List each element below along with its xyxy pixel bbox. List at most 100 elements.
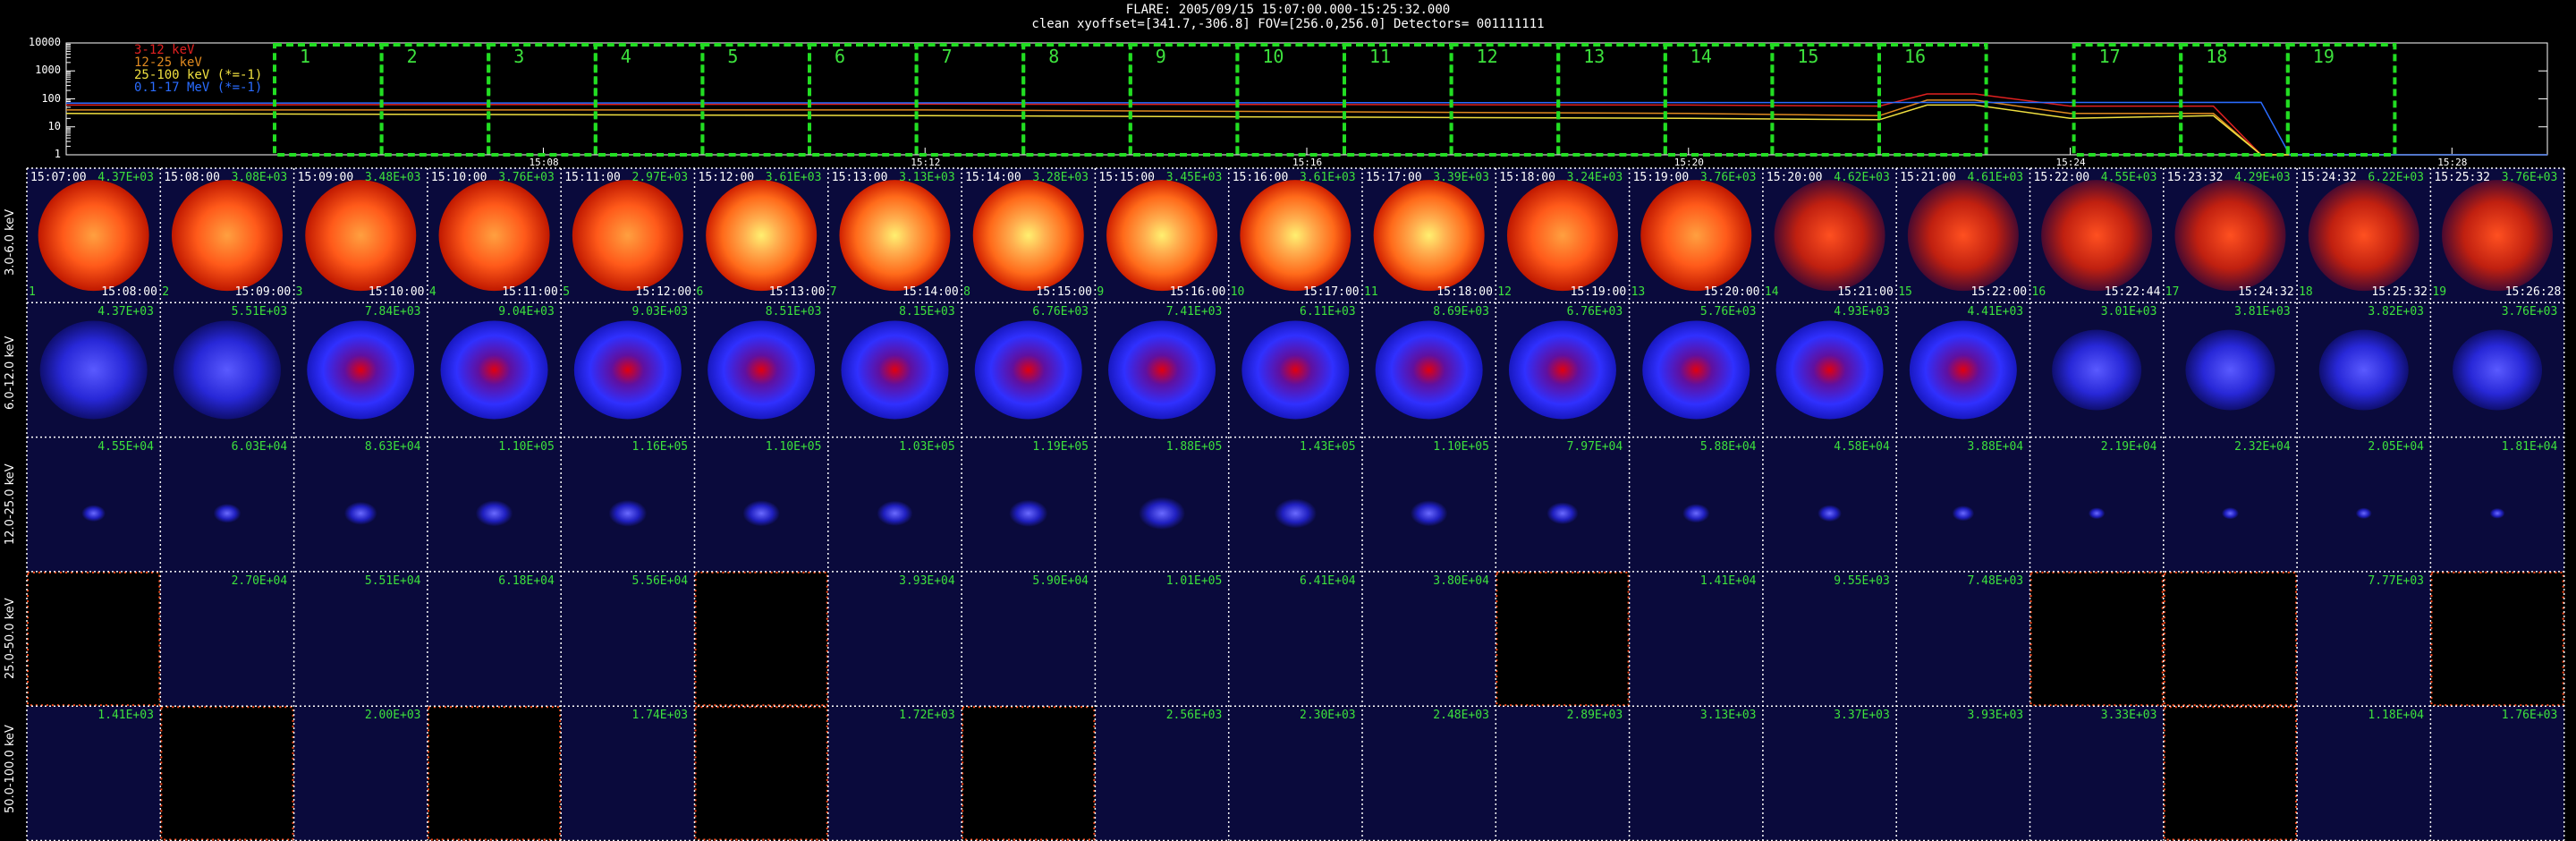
- peak-count-label: 5.90E+04: [1032, 573, 1089, 588]
- source-blob: [972, 180, 1084, 292]
- source-blob: [1009, 499, 1048, 527]
- image-tile: [2163, 168, 2298, 303]
- source-blob: [877, 500, 913, 526]
- tile-background: [1095, 571, 1229, 707]
- tile-background: [561, 706, 695, 841]
- image-tile: [1762, 437, 1897, 572]
- image-tile: [1629, 302, 1763, 437]
- time-end-label: 15:24:32: [2238, 285, 2294, 300]
- source-blob: [1373, 180, 1485, 292]
- time-end-label: 15:26:28: [2504, 285, 2562, 300]
- image-tile: [827, 437, 962, 572]
- source-blob: [1139, 497, 1186, 530]
- time-end-label: 15:10:00: [368, 285, 425, 300]
- peak-count-label: 3.33E+03: [2100, 709, 2157, 723]
- peak-count-label: 2.19E+04: [2100, 439, 2157, 454]
- empty-tile: [2430, 571, 2564, 707]
- empty-tile: [2029, 571, 2164, 707]
- peak-count-label: 2.32E+04: [2234, 439, 2291, 454]
- time-end-label: 15:18:00: [1436, 285, 1493, 300]
- image-tile: [1362, 437, 1496, 572]
- source-blob: [2041, 180, 2153, 292]
- source-blob: [213, 504, 242, 523]
- image-tile: [2430, 706, 2564, 841]
- peak-count-label: 1.74E+03: [631, 709, 689, 723]
- energy-band-label: 6.0-12.0 keV: [4, 336, 17, 411]
- empty-tile: [1496, 571, 1630, 707]
- image-tile: [1228, 437, 1362, 572]
- tile-background: [2430, 437, 2564, 572]
- interval-index-label: 15: [1898, 285, 1912, 300]
- interval-index-label: 2: [162, 285, 170, 300]
- peak-count-label: 3.61E+03: [765, 171, 822, 184]
- tile-background: [2029, 437, 2164, 572]
- interval-index-label: 17: [2165, 285, 2180, 300]
- peak-count-label: 4.37E+03: [97, 171, 154, 184]
- peak-count-label: 2.30E+03: [1300, 709, 1356, 723]
- time-end-label: 15:20:00: [1703, 285, 1760, 300]
- source-blob: [2453, 329, 2543, 411]
- interval-index-label: 12: [1497, 285, 1512, 300]
- image-tile: [1762, 571, 1897, 707]
- image-tile: [2430, 571, 2564, 707]
- peak-count-label: 5.51E+03: [231, 305, 288, 319]
- source-blob: [305, 180, 417, 292]
- image-tile: [2430, 168, 2564, 303]
- peak-count-label: 3.93E+03: [1967, 709, 2024, 723]
- image-tile: [1762, 706, 1897, 841]
- source-blob: [173, 320, 281, 420]
- time-start-label: 15:22:00: [2033, 171, 2090, 184]
- peak-count-label: 3.88E+04: [1967, 439, 2024, 454]
- source-blob: [573, 320, 682, 420]
- time-end-label: 15:22:00: [1970, 285, 2028, 300]
- empty-tile: [694, 571, 828, 707]
- peak-count-label: 3.80E+04: [1433, 573, 1489, 588]
- image-tile: [561, 571, 695, 707]
- peak-count-label: 2.56E+03: [1165, 709, 1223, 723]
- interval-index-label: 18: [2299, 285, 2313, 300]
- time-start-label: 15:13:00: [831, 171, 888, 184]
- image-tile: [2297, 706, 2431, 841]
- interval-index-label: 14: [1764, 285, 1779, 300]
- image-tile: [561, 302, 695, 437]
- image-tile: [1896, 571, 2030, 707]
- time-start-label: 15:14:00: [965, 171, 1021, 184]
- source-blob: [440, 320, 548, 420]
- source-blob: [2052, 329, 2142, 411]
- peak-count-label: 6.18E+04: [498, 573, 555, 588]
- peak-count-label: 5.76E+03: [1699, 305, 1757, 319]
- source-blob: [1952, 505, 1975, 522]
- time-end-label: 15:08:00: [101, 285, 157, 300]
- peak-count-label: 3.13E+03: [899, 171, 955, 184]
- tile-background: [1896, 706, 2030, 841]
- peak-count-label: 3.76E+03: [498, 171, 555, 184]
- peak-count-label: 1.01E+05: [1165, 573, 1223, 588]
- source-blob: [1240, 180, 1352, 292]
- peak-count-label: 2.97E+03: [631, 171, 689, 184]
- peak-count-label: 7.41E+03: [1165, 305, 1223, 319]
- image-tile: [2163, 302, 2298, 437]
- time-end-label: 15:13:00: [768, 285, 826, 300]
- peak-count-label: 7.77E+03: [2368, 573, 2425, 588]
- peak-count-label: 6.76E+03: [1566, 305, 1623, 319]
- image-tile: [827, 168, 962, 303]
- peak-count-label: 1.16E+05: [631, 439, 689, 454]
- peak-count-label: 5.56E+04: [631, 573, 689, 588]
- source-blob: [2088, 507, 2106, 520]
- time-start-label: 15:08:00: [164, 171, 220, 184]
- tile-background: [1228, 706, 1362, 841]
- peak-count-label: 3.82E+03: [2368, 305, 2425, 319]
- peak-count-label: 4.37E+03: [97, 305, 154, 319]
- source-blob: [38, 180, 149, 292]
- peak-count-label: 4.62E+03: [1834, 171, 1890, 184]
- image-tile: [1362, 706, 1496, 841]
- image-tile: [694, 571, 828, 707]
- peak-count-label: 1.41E+04: [1699, 573, 1757, 588]
- image-tile: [1896, 168, 2030, 303]
- time-start-label: 15:15:00: [1098, 171, 1156, 184]
- interval-index-label: 7: [829, 285, 837, 300]
- energy-band-label: 12.0-25.0 keV: [4, 463, 17, 545]
- source-blob: [608, 499, 648, 527]
- image-tile: [293, 571, 428, 707]
- source-blob: [1818, 505, 1842, 522]
